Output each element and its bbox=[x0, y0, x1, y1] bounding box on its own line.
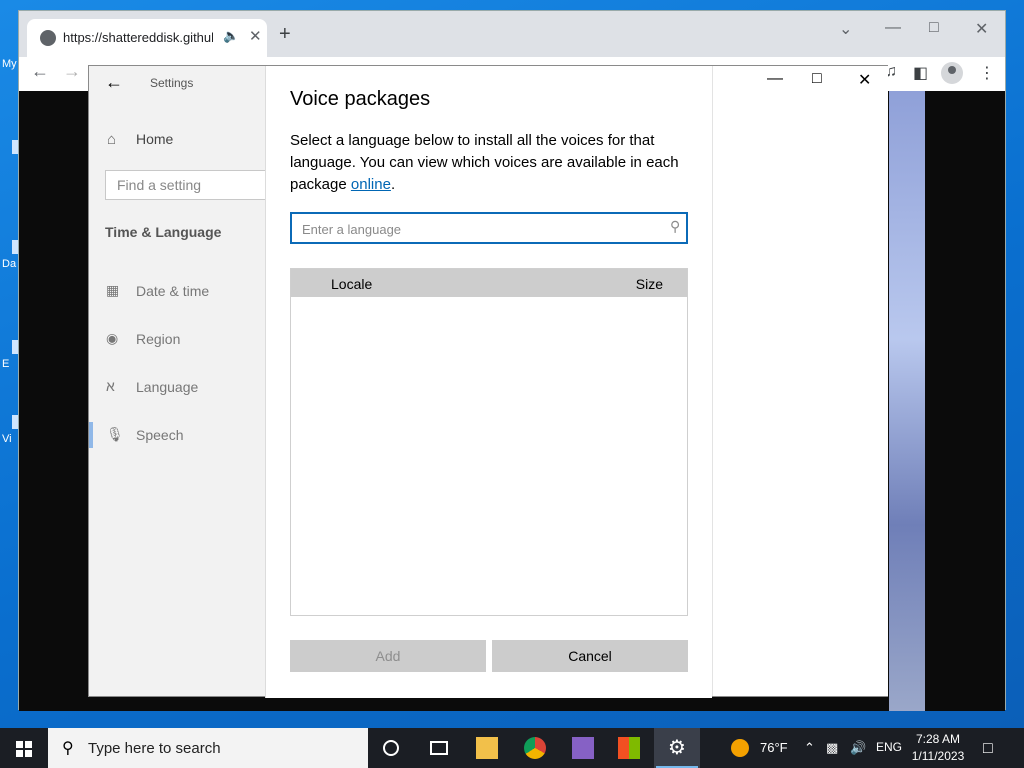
sidebar-item-speech[interactable]: 🎙 Speech bbox=[89, 420, 265, 450]
settings-sidebar: ← Settings ⌂ Home Find a setting Time & … bbox=[89, 66, 275, 696]
visual-studio-icon[interactable] bbox=[560, 728, 606, 768]
maximize-icon[interactable]: □ bbox=[812, 70, 822, 88]
language-icon: א bbox=[106, 378, 115, 394]
sidebar-item-label: Date & time bbox=[136, 283, 210, 299]
sidebar-item-label: Region bbox=[136, 331, 181, 347]
active-indicator bbox=[89, 422, 93, 448]
file-explorer-icon[interactable] bbox=[464, 728, 510, 768]
new-tab-button[interactable]: + bbox=[279, 23, 291, 46]
sidebar-item-label: Language bbox=[136, 379, 199, 395]
maximize-browser-icon[interactable]: □ bbox=[929, 19, 939, 37]
description-text: Select a language below to install all t… bbox=[290, 132, 679, 193]
settings-window: ← Settings ⌂ Home Find a setting Time & … bbox=[88, 65, 888, 698]
home-link[interactable]: Home bbox=[136, 131, 173, 147]
clock-time: 7:28 AM bbox=[915, 732, 961, 746]
side-panel-icon[interactable]: ◧ bbox=[913, 63, 928, 83]
browser-tab[interactable]: https://shattereddisk.github.io 🔈 ✕ bbox=[27, 19, 267, 57]
tab-url: https://shattereddisk.github.io bbox=[63, 30, 213, 45]
volume-icon[interactable]: 🔊 bbox=[850, 740, 866, 756]
microphone-icon: 🎙 bbox=[106, 426, 124, 442]
voice-package-list[interactable]: Locale Size bbox=[290, 268, 688, 616]
column-locale[interactable]: Locale bbox=[331, 276, 372, 292]
calendar-clock-icon: ▦ bbox=[106, 282, 120, 298]
store-icon[interactable] bbox=[606, 728, 652, 768]
taskbar-search-text: Type here to search bbox=[88, 740, 221, 757]
taskbar-search[interactable]: ⚲ Type here to search bbox=[48, 728, 368, 768]
cortana-icon[interactable] bbox=[368, 728, 414, 768]
chevron-up-icon[interactable]: ⌃ bbox=[804, 740, 815, 756]
close-browser-icon[interactable]: ✕ bbox=[975, 19, 988, 39]
online-link[interactable]: online bbox=[351, 176, 391, 193]
add-button[interactable]: Add bbox=[290, 640, 486, 672]
video-content bbox=[889, 91, 925, 711]
minimize-icon[interactable]: — bbox=[767, 70, 783, 88]
menu-icon[interactable]: ⋮ bbox=[979, 63, 995, 83]
clock[interactable]: 7:28 AM 1/11/2023 bbox=[896, 731, 980, 765]
back-arrow-icon[interactable]: ← bbox=[105, 72, 123, 93]
back-icon[interactable]: ← bbox=[31, 61, 49, 82]
network-icon[interactable]: ▩ bbox=[826, 740, 838, 756]
section-heading: Time & Language bbox=[105, 224, 222, 240]
clock-date: 1/11/2023 bbox=[911, 749, 965, 763]
taskbar: ⚲ Type here to search ⚙ 76°F ⌃ ▩ 🔊 ENG 7… bbox=[0, 728, 1024, 768]
dialog-title: Voice packages bbox=[290, 88, 431, 110]
tab-search-icon[interactable]: ⌄ bbox=[839, 19, 852, 39]
cancel-button[interactable]: Cancel bbox=[492, 640, 688, 672]
desktop-icon[interactable]: Da bbox=[2, 240, 18, 270]
desktop-icon[interactable]: My bbox=[2, 58, 18, 70]
settings-title: Settings bbox=[150, 76, 194, 90]
minimize-browser-icon[interactable]: — bbox=[885, 19, 901, 37]
start-button[interactable] bbox=[0, 728, 48, 768]
settings-app-icon[interactable]: ⚙ bbox=[654, 728, 700, 768]
description-end: . bbox=[390, 176, 396, 193]
column-size[interactable]: Size bbox=[636, 276, 663, 292]
profile-avatar[interactable] bbox=[941, 62, 963, 84]
sidebar-item-date-time[interactable]: ▦ Date & time bbox=[89, 276, 265, 306]
search-icon: ⚲ bbox=[669, 218, 680, 234]
search-icon: ⚲ bbox=[62, 740, 74, 757]
language-search-field[interactable]: ⚲ bbox=[290, 212, 688, 244]
list-header: Locale Size bbox=[291, 269, 687, 297]
task-view-icon[interactable] bbox=[416, 728, 462, 768]
globe-icon bbox=[40, 30, 56, 46]
find-setting-input[interactable]: Find a setting bbox=[105, 170, 275, 200]
desktop-icon[interactable] bbox=[2, 140, 18, 158]
sidebar-item-label: Speech bbox=[136, 427, 184, 443]
weather-temp[interactable]: 76°F bbox=[760, 740, 788, 755]
voice-packages-dialog: Voice packages Select a language below t… bbox=[265, 66, 712, 698]
dialog-description: Select a language below to install all t… bbox=[290, 130, 690, 196]
sidebar-item-region[interactable]: ◉ Region bbox=[89, 324, 265, 354]
globe-icon: ◉ bbox=[106, 330, 119, 346]
close-icon[interactable]: ✕ bbox=[858, 70, 871, 90]
settings-content: — □ ✕ bbox=[712, 66, 888, 696]
tab-strip: https://shattereddisk.github.io 🔈 ✕ + ⌄ … bbox=[19, 11, 1005, 57]
forward-icon[interactable]: → bbox=[63, 61, 81, 82]
windows-logo-icon bbox=[16, 741, 23, 748]
home-icon[interactable]: ⌂ bbox=[107, 131, 116, 148]
notification-icon[interactable]: □ bbox=[983, 740, 993, 758]
desktop-icon[interactable]: E bbox=[2, 340, 18, 370]
weather-icon[interactable] bbox=[731, 739, 749, 757]
sidebar-item-language[interactable]: א Language bbox=[89, 372, 265, 402]
speaker-icon[interactable]: 🔈 bbox=[223, 28, 239, 44]
desktop-icon[interactable]: Vi bbox=[2, 415, 18, 445]
close-tab-icon[interactable]: ✕ bbox=[249, 27, 262, 45]
chrome-icon[interactable] bbox=[512, 728, 558, 768]
language-input[interactable] bbox=[302, 219, 652, 239]
